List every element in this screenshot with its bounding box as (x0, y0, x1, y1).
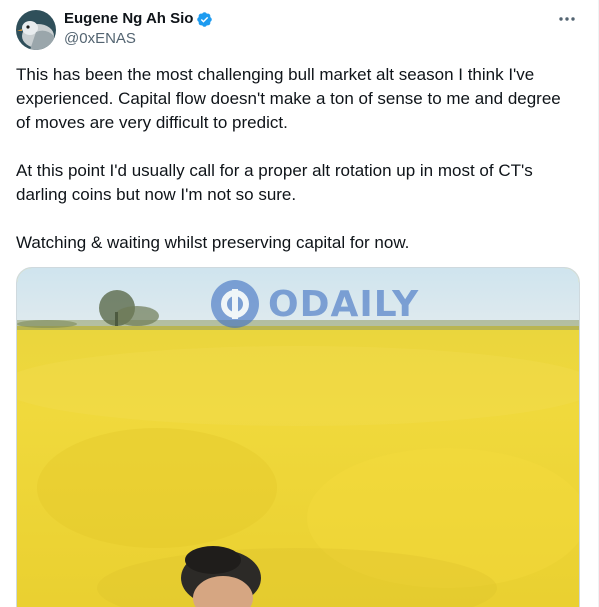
watermark: ODAILY (210, 278, 419, 330)
tweet-media-image[interactable]: ODAILY (16, 267, 580, 607)
tweet-paragraph: Watching & waiting whilst preserving cap… (16, 233, 410, 252)
author-handle[interactable]: @0xENAS (64, 30, 136, 48)
verified-badge-icon[interactable] (196, 11, 213, 28)
watermark-text: ODAILY (268, 283, 420, 325)
author-name-row[interactable]: Eugene Ng Ah Sio (64, 10, 213, 28)
author-name[interactable]: Eugene Ng Ah Sio (64, 10, 193, 28)
odaily-logo-icon (211, 280, 259, 328)
tweet-paragraph: This has been the most challenging bull … (16, 65, 566, 132)
avatar-image (16, 10, 56, 50)
tweet-card: Eugene Ng Ah Sio @0xENAS This has been t… (0, 0, 599, 607)
more-options-button[interactable] (556, 8, 578, 30)
avatar[interactable] (16, 10, 56, 50)
tweet-paragraph: At this point I'd usually call for a pro… (16, 161, 538, 204)
tweet-text: This has been the most challenging bull … (16, 63, 576, 279)
more-options-icon (559, 17, 575, 21)
